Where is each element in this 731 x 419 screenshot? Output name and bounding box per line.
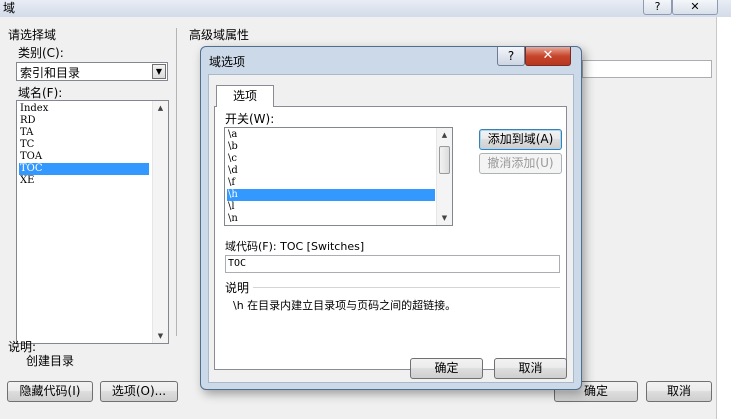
scroll-down-icon[interactable]: ▼ (437, 211, 452, 225)
chevron-down-icon[interactable]: ▼ (152, 64, 166, 79)
category-select-value: 索引和目录 (20, 66, 81, 80)
dialog-cancel-button[interactable]: 取消 (494, 358, 567, 379)
switches-scrollbar[interactable]: ▲ ▼ (436, 128, 452, 225)
list-item[interactable]: \n (227, 213, 435, 225)
outer-window-title: 域 (3, 1, 16, 15)
field-names-list[interactable]: Index RD TA TC TOA TOC XE ▲ ▼ (16, 100, 169, 344)
list-item-selected[interactable]: \h (227, 189, 435, 201)
list-item[interactable]: XE (19, 175, 149, 187)
list-item[interactable]: \b (227, 141, 435, 153)
options-tab-panel: 开关(W): \a \b \c \d \f \h \l \n ▲ ▼ 添加到域(… (214, 106, 567, 370)
list-item[interactable]: RD (19, 115, 149, 127)
outer-help-button[interactable]: ? (643, 0, 672, 15)
scroll-thumb[interactable] (439, 146, 450, 174)
list-item[interactable]: TC (19, 139, 149, 151)
tab-options[interactable]: 选项 (216, 85, 274, 107)
add-to-field-button[interactable]: 添加到域(A) (479, 129, 562, 150)
list-item[interactable]: \c (227, 153, 435, 165)
scroll-up-icon[interactable]: ▲ (437, 128, 452, 142)
undo-add-button[interactable]: 撤消添加(U) (479, 153, 562, 174)
switch-description-text: \h 在目录内建立目录项与页码之间的超链接。 (233, 299, 457, 312)
advanced-properties-heading: 高级域属性 (189, 28, 250, 42)
field-options-dialog: 域选项 ? ✕ 选项 开关(W): \a \b \c \d \f \h \l \… (200, 46, 582, 390)
outer-cancel-button[interactable]: 取消 (646, 381, 712, 402)
window-edge (716, 17, 731, 419)
dialog-client-area: 选项 开关(W): \a \b \c \d \f \h \l \n ▲ ▼ 添加… (208, 74, 574, 383)
switches-label: 开关(W): (225, 112, 275, 126)
field-list-scrollbar[interactable]: ▲ ▼ (152, 101, 168, 343)
list-item[interactable]: \f (227, 177, 435, 189)
scroll-down-icon[interactable]: ▼ (153, 329, 168, 343)
switches-list[interactable]: \a \b \c \d \f \h \l \n ▲ ▼ (224, 127, 453, 226)
outer-titlebar: 域 ? ✕ (0, 0, 731, 17)
field-code-label: 域代码(F): TOC [Switches] (225, 240, 365, 253)
switch-description-label: 说明 (225, 281, 250, 295)
list-item[interactable]: TOA (19, 151, 149, 163)
description-text: 创建目录 (26, 354, 75, 368)
list-item[interactable]: \a (227, 129, 435, 141)
dialog-ok-button[interactable]: 确定 (410, 358, 483, 379)
panel-divider (176, 28, 177, 336)
field-code-input[interactable]: TOC (225, 255, 560, 273)
options-button[interactable]: 选项(O)... (100, 381, 178, 402)
list-item-selected[interactable]: TOC (19, 163, 149, 175)
choose-field-heading: 请选择域 (8, 28, 57, 42)
dialog-close-button[interactable]: ✕ (525, 47, 571, 66)
advanced-property-field[interactable] (582, 60, 712, 78)
category-select[interactable]: 索引和目录 ▼ (16, 62, 168, 81)
list-item[interactable]: \d (227, 165, 435, 177)
dialog-title: 域选项 (209, 55, 246, 69)
dialog-help-button[interactable]: ? (497, 47, 525, 66)
field-names-label: 域名(F): (18, 86, 63, 100)
list-item[interactable]: Index (19, 103, 149, 115)
category-label: 类别(C): (18, 46, 64, 60)
outer-close-button[interactable]: ✕ (672, 0, 718, 15)
description-divider (253, 287, 560, 288)
list-item[interactable]: \l (227, 201, 435, 213)
scroll-up-icon[interactable]: ▲ (153, 101, 168, 115)
hide-codes-button[interactable]: 隐藏代码(I) (7, 381, 93, 402)
list-item[interactable]: TA (19, 127, 149, 139)
